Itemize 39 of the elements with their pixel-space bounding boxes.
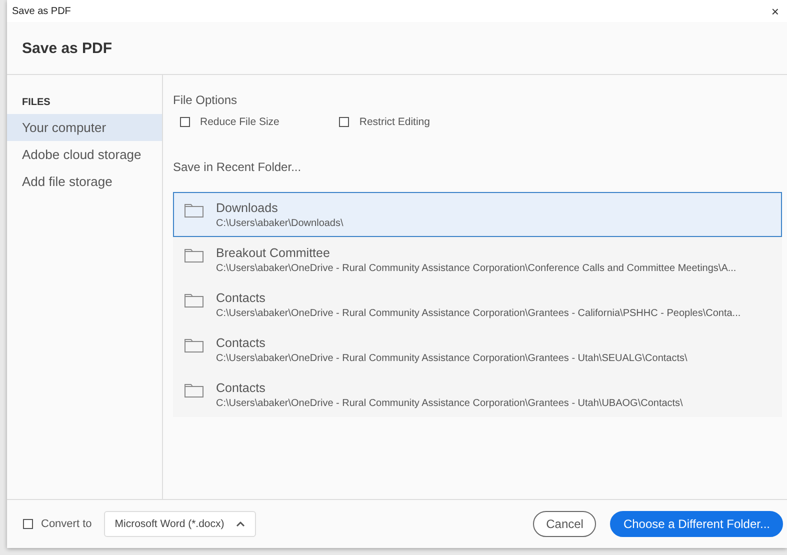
- folder-icon: [184, 247, 204, 263]
- folder-name: Contacts: [216, 291, 266, 305]
- folder-icon: [184, 337, 204, 353]
- folder-name: Downloads: [216, 201, 279, 215]
- checkbox-label: Reduce File Size: [200, 116, 280, 128]
- checkbox[interactable]: [23, 519, 33, 529]
- folder-item[interactable]: Downloads C:\Users\abaker\Downloads\: [173, 192, 782, 237]
- folder-name: Breakout Committee: [216, 246, 331, 260]
- folder-path: C:\Users\abaker\OneDrive - Rural Community Assistance Corporation\Grantees - Utah\SEUALG\Contacts\: [216, 353, 688, 364]
- folder-name: Contacts: [216, 336, 266, 350]
- folder-item[interactable]: Contacts C:\Users\abaker\OneDrive - Rural Community Assistance Corporation\Grantees - California\PSHHC - Peoples\Conta...: [173, 282, 782, 327]
- folder-icon: [184, 292, 204, 308]
- checkbox-label: Convert to: [41, 518, 92, 530]
- folder-icon: [184, 382, 204, 398]
- checkbox-label: Restrict Editing: [359, 116, 430, 128]
- folder-item[interactable]: Contacts C:\Users\abaker\OneDrive - Rural Community Assistance Corporation\Grantees - Utah\UBAOG\Contacts\: [173, 372, 782, 417]
- format-dropdown[interactable]: Microsoft Word (*.docx): [104, 511, 256, 537]
- folder-path: C:\Users\abaker\OneDrive - Rural Community Assistance Corporation\Conference Calls and Committee Meetings\A...: [216, 263, 736, 274]
- folder-path: C:\Users\abaker\OneDrive - Rural Community Assistance Corporation\Grantees - California\PSHHC - Peoples\Conta...: [216, 308, 741, 319]
- checkbox[interactable]: [180, 117, 190, 127]
- cancel-button[interactable]: Cancel: [533, 511, 596, 537]
- sidebar-item[interactable]: Add file storage: [7, 168, 162, 195]
- checkbox[interactable]: [339, 117, 350, 127]
- sidebar-item[interactable]: Adobe cloud storage: [7, 141, 162, 168]
- choose-folder-button[interactable]: Choose a Different Folder...: [610, 511, 783, 537]
- sidebar-item[interactable]: Your computer: [7, 114, 162, 141]
- folder-item[interactable]: Contacts C:\Users\abaker\OneDrive - Rural Community Assistance Corporation\Grantees - Utah\SEUALG\Contacts\: [173, 327, 782, 372]
- section-heading: File Options: [173, 93, 238, 107]
- sidebar-heading: FILES: [21, 97, 52, 110]
- folder-path: C:\Users\abaker\Downloads\: [216, 218, 344, 229]
- section-heading: Save in Recent Folder...: [173, 160, 302, 174]
- caret-icon: [236, 521, 246, 527]
- folder-path: C:\Users\abaker\OneDrive - Rural Community Assistance Corporation\Grantees - Utah\UBAOG\Contacts\: [216, 398, 683, 409]
- folder-name: Contacts: [216, 381, 266, 395]
- folder-icon: [184, 202, 204, 218]
- dialog-title: Save as PDF: [22, 40, 112, 56]
- close-button[interactable]: ×: [767, 4, 783, 18]
- window-title: Save as PDF: [12, 6, 71, 16]
- folder-item[interactable]: Breakout Committee C:\Users\abaker\OneDrive - Rural Community Assistance Corporation\Conference Calls and Committee Meetings\A...: [173, 237, 782, 282]
